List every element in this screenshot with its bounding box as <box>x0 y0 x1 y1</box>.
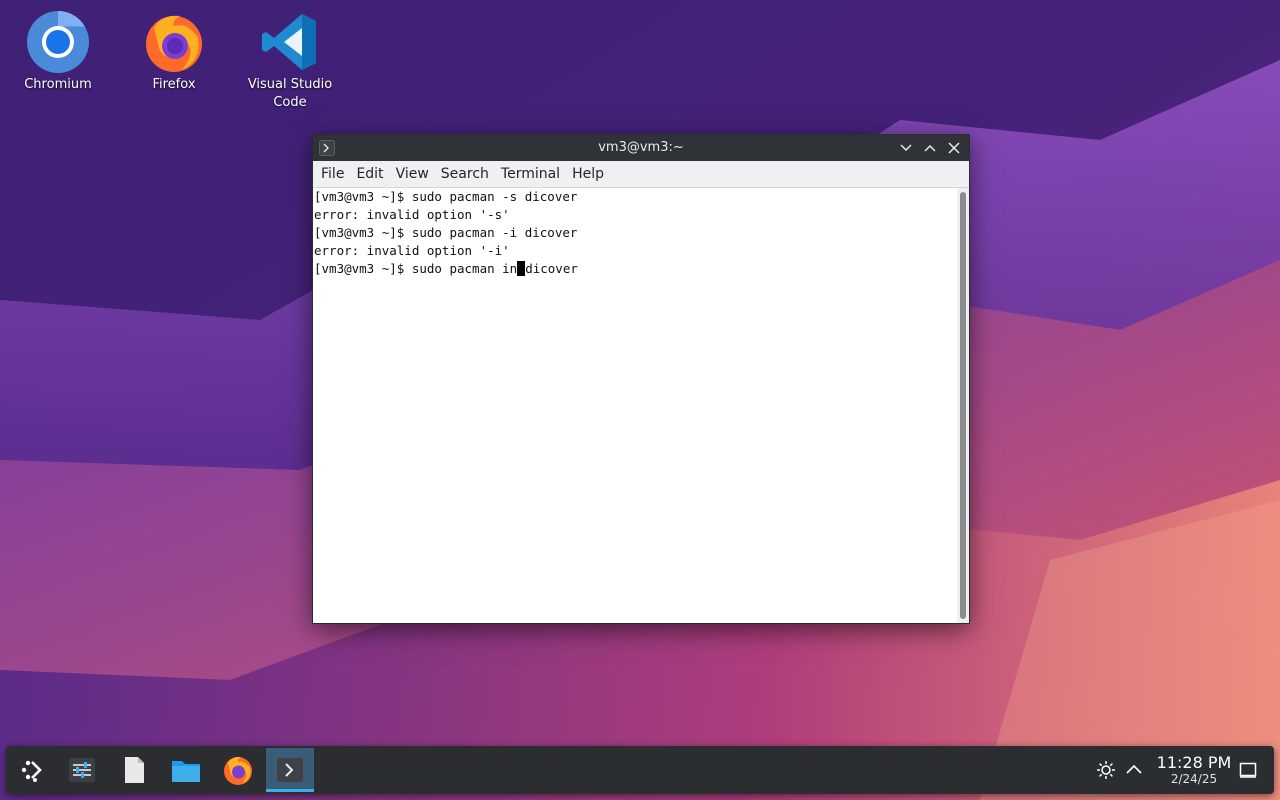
taskbar-text-file[interactable] <box>110 748 158 792</box>
vertical-scrollbar[interactable] <box>957 188 969 623</box>
terminal-output[interactable]: [vm3@vm3 ~]$ sudo pacman -s dicover erro… <box>313 188 957 623</box>
menu-help[interactable]: Help <box>566 161 610 187</box>
terminal-line: [vm3@vm3 ~]$ sudo pacman -i dicover <box>314 225 578 240</box>
text-cursor <box>517 261 526 276</box>
brightness-icon[interactable] <box>1096 760 1116 780</box>
terminal-window[interactable]: vm3@vm3:~ File Edit View Search Terminal… <box>312 134 970 624</box>
file-manager-icon <box>172 761 200 782</box>
terminal-icon <box>277 758 303 782</box>
firefox-icon <box>224 756 252 785</box>
digital-clock[interactable]: 11:28 PM 2/24/25 <box>1154 753 1234 787</box>
desktop-icon-label: Firefox <box>152 77 196 92</box>
system-tray-expand-icon[interactable] <box>1124 760 1144 780</box>
taskbar-file-manager[interactable] <box>162 748 210 792</box>
firefox-icon <box>146 15 202 72</box>
menu-terminal[interactable]: Terminal <box>495 161 566 187</box>
menu-view[interactable]: View <box>390 161 435 187</box>
command-text-before-cursor: [vm3@vm3 ~]$ sudo pacman in <box>314 261 518 276</box>
desktop-icon-chromium[interactable]: Chromium <box>8 4 108 94</box>
desktop-icon-label: Visual Studio <box>247 77 333 92</box>
vscode-icon <box>262 14 316 70</box>
desktop-icon-firefox[interactable]: Firefox <box>124 4 224 94</box>
clock-time: 11:28 PM <box>1156 753 1232 772</box>
desktop-icon-label: Chromium <box>24 77 92 92</box>
show-desktop-icon[interactable] <box>1238 760 1258 780</box>
window-titlebar[interactable]: vm3@vm3:~ <box>313 135 969 161</box>
system-settings-icon <box>69 758 95 782</box>
terminal-line: [vm3@vm3 ~]$ sudo pacman -s dicover <box>314 189 578 204</box>
terminal-line: error: invalid option '-i' <box>314 243 510 258</box>
terminal-line: error: invalid option '-s' <box>314 207 510 222</box>
app-launcher-icon <box>21 760 42 782</box>
menu-search[interactable]: Search <box>435 161 495 187</box>
taskbar-firefox[interactable] <box>214 748 262 792</box>
menu-edit[interactable]: Edit <box>350 161 389 187</box>
scrollbar-thumb[interactable] <box>960 192 966 619</box>
desktop-icon-vscode[interactable]: Visual Studio Code <box>240 4 340 112</box>
maximize-chevron-up-icon[interactable] <box>921 139 939 157</box>
desktop-icon-label: Code <box>273 95 307 110</box>
app-launcher-button[interactable] <box>10 748 58 792</box>
text-file-icon <box>125 757 144 783</box>
taskbar: 11:28 PM 2/24/25 <box>6 746 1274 794</box>
window-title: vm3@vm3:~ <box>598 140 684 155</box>
minimize-chevron-down-icon[interactable] <box>897 139 915 157</box>
taskbar-terminal[interactable] <box>266 748 314 792</box>
terminal-input-line[interactable]: [vm3@vm3 ~]$ sudo pacman in dicover <box>313 260 957 278</box>
command-text-after-cursor: dicover <box>525 261 578 276</box>
clock-date: 2/24/25 <box>1170 772 1218 786</box>
close-icon[interactable] <box>945 139 963 157</box>
menu-bar: File Edit View Search Terminal Help <box>313 161 969 188</box>
menu-file[interactable]: File <box>315 161 350 187</box>
taskbar-system-settings[interactable] <box>58 748 106 792</box>
chromium-icon <box>27 11 89 73</box>
